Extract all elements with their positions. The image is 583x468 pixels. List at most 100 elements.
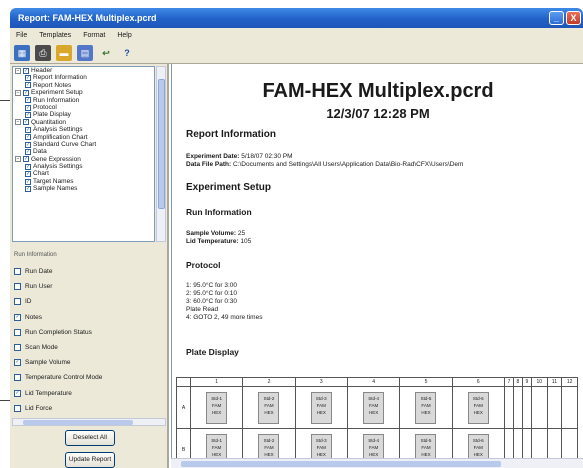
plate-cell: Std-2 FAM HEX bbox=[242, 386, 296, 429]
plate-well: Std-4 FAM HEX bbox=[363, 391, 385, 424]
scroll-thumb[interactable] bbox=[181, 461, 501, 467]
scroll-thumb[interactable] bbox=[158, 79, 165, 209]
tree-item[interactable]: ✓ Report Notes bbox=[13, 82, 154, 89]
sample-volume-label: Sample Volume: bbox=[186, 230, 237, 237]
title-bar[interactable]: Report: FAM-HEX Multiplex.pcrd _ X bbox=[10, 8, 583, 28]
well-text: HEX bbox=[212, 451, 222, 457]
option-label: Lid Force bbox=[25, 404, 53, 412]
well-text: HEX bbox=[473, 409, 483, 415]
tree-item[interactable]: ✓ Analysis Settings bbox=[13, 163, 154, 170]
options-hscrollbar[interactable] bbox=[12, 418, 166, 426]
tree-checkbox[interactable]: ✓ bbox=[25, 141, 31, 148]
option-item[interactable]: Run Date bbox=[14, 264, 164, 279]
report-hscrollbar[interactable] bbox=[171, 458, 583, 468]
tree-checkbox[interactable]: ✓ bbox=[23, 89, 29, 96]
plate-column-header: 3 bbox=[294, 377, 348, 387]
tree-item[interactable]: ✓ Amplification Chart bbox=[13, 134, 154, 141]
menu-templates[interactable]: Templates bbox=[39, 32, 71, 39]
data-file-path: C:\Documents and Settings\All Users\Appl… bbox=[232, 161, 464, 168]
deselect-all-button[interactable]: Deselect All bbox=[65, 430, 115, 446]
plate-column-header bbox=[176, 377, 191, 387]
option-checkbox[interactable] bbox=[14, 328, 21, 336]
update-report-button[interactable]: Update Report bbox=[65, 452, 115, 468]
tree-checkbox[interactable]: ✓ bbox=[25, 75, 31, 82]
collapse-icon[interactable]: − bbox=[15, 119, 21, 126]
tree-item[interactable]: ✓ Run Information bbox=[13, 97, 154, 104]
well-text: Std-4 bbox=[368, 395, 380, 401]
tree-checkbox[interactable]: ✓ bbox=[25, 97, 31, 104]
option-checkbox[interactable] bbox=[14, 404, 21, 412]
scroll-thumb[interactable] bbox=[23, 420, 133, 425]
menu-help[interactable]: Help bbox=[117, 32, 131, 39]
option-item[interactable]: Temperature Control Mode bbox=[14, 370, 164, 385]
tree-checkbox[interactable]: ✓ bbox=[23, 67, 29, 74]
collapse-icon[interactable]: − bbox=[15, 156, 21, 163]
option-item[interactable]: ✓ Notes bbox=[14, 310, 164, 325]
report-title: FAM-HEX Multiplex.pcrd bbox=[262, 80, 494, 102]
option-item[interactable]: Lid Force bbox=[14, 401, 164, 416]
tree-item[interactable]: ✓ Chart bbox=[13, 170, 154, 177]
option-checkbox[interactable] bbox=[14, 374, 21, 382]
tree-checkbox[interactable]: ✓ bbox=[23, 156, 29, 163]
tree-item[interactable]: ✓ Sample Names bbox=[13, 185, 154, 192]
tree-checkbox[interactable]: ✓ bbox=[23, 119, 29, 126]
option-item[interactable]: ✓ Lid Temperature bbox=[14, 386, 164, 401]
chart-icon[interactable]: ▤ bbox=[77, 44, 93, 61]
tree-item[interactable]: ✓ Target Names bbox=[13, 178, 154, 185]
tree-checkbox[interactable]: ✓ bbox=[25, 171, 31, 178]
option-checkbox[interactable] bbox=[14, 298, 21, 306]
tree-checkbox[interactable]: ✓ bbox=[25, 82, 31, 89]
print-icon[interactable]: ⎙ bbox=[35, 44, 51, 61]
sample-volume-line: Sample Volume: 25 bbox=[186, 230, 245, 237]
collapse-icon[interactable]: − bbox=[15, 67, 21, 74]
tree-item[interactable]: ✓ Report Information bbox=[13, 74, 154, 81]
tree-checkbox[interactable]: ✓ bbox=[25, 178, 31, 185]
well-text: FAM bbox=[369, 444, 379, 450]
menu-file[interactable]: File bbox=[16, 32, 27, 39]
tree-item[interactable]: ✓ Protocol bbox=[13, 104, 154, 111]
option-item[interactable]: Run User bbox=[14, 279, 164, 294]
option-item[interactable]: ✓ Sample Volume bbox=[14, 355, 164, 370]
tree-item[interactable]: ✓ Plate Display bbox=[13, 111, 154, 118]
help-icon[interactable]: ? bbox=[119, 45, 135, 61]
tree-scrollbar[interactable] bbox=[156, 66, 166, 242]
tree-checkbox[interactable]: ✓ bbox=[25, 112, 31, 119]
option-checkbox[interactable]: ✓ bbox=[14, 389, 21, 397]
well-text: FAM bbox=[212, 402, 222, 408]
option-checkbox[interactable]: ✓ bbox=[14, 359, 21, 367]
tree-item[interactable]: − ✓ Experiment Setup bbox=[13, 89, 154, 96]
tree-checkbox[interactable]: ✓ bbox=[25, 126, 31, 133]
arrow-icon[interactable]: ↩ bbox=[98, 45, 114, 61]
grid-icon[interactable]: ▦ bbox=[14, 44, 30, 61]
option-item[interactable]: Scan Mode bbox=[14, 340, 164, 355]
well-text: Std-6 bbox=[472, 395, 484, 401]
tree-item[interactable]: ✓ Standard Curve Chart bbox=[13, 141, 154, 148]
well-text: HEX bbox=[316, 451, 326, 457]
option-checkbox[interactable] bbox=[14, 268, 21, 276]
tree-checkbox[interactable]: ✓ bbox=[25, 163, 31, 170]
tree-checkbox[interactable]: ✓ bbox=[25, 104, 31, 111]
collapse-icon[interactable]: − bbox=[15, 89, 21, 96]
option-checkbox[interactable] bbox=[14, 344, 21, 352]
tree-item[interactable]: − ✓ Header bbox=[13, 67, 154, 74]
open-folder-icon[interactable]: ▬ bbox=[56, 44, 72, 61]
tree-item[interactable]: ✓ Analysis Settings bbox=[13, 126, 154, 133]
tree-checkbox[interactable]: ✓ bbox=[25, 148, 31, 155]
option-item[interactable]: Run Completion Status bbox=[14, 325, 164, 340]
option-item[interactable]: ID bbox=[14, 294, 164, 309]
minimize-button[interactable]: _ bbox=[549, 11, 564, 25]
report-tree[interactable]: − ✓ Header ✓ Report Information ✓ Report Notes… bbox=[12, 66, 155, 242]
well-text: Std-5 bbox=[420, 395, 432, 401]
run-info-heading: Run Information bbox=[186, 207, 252, 217]
option-checkbox[interactable]: ✓ bbox=[14, 313, 21, 321]
tree-checkbox[interactable]: ✓ bbox=[25, 185, 31, 192]
tree-checkbox[interactable]: ✓ bbox=[25, 134, 31, 141]
option-checkbox[interactable] bbox=[14, 283, 21, 291]
tree-item[interactable]: ✓ Data bbox=[13, 148, 154, 155]
close-button[interactable]: X bbox=[566, 11, 581, 25]
menu-format[interactable]: Format bbox=[83, 32, 105, 39]
tree-item[interactable]: − ✓ Gene Expression bbox=[13, 156, 154, 163]
protocol-step: 3: 60.0°C for 0:30 bbox=[186, 298, 238, 305]
tree-item[interactable]: − ✓ Quantitation bbox=[13, 119, 154, 126]
well-text: HEX bbox=[212, 409, 222, 415]
